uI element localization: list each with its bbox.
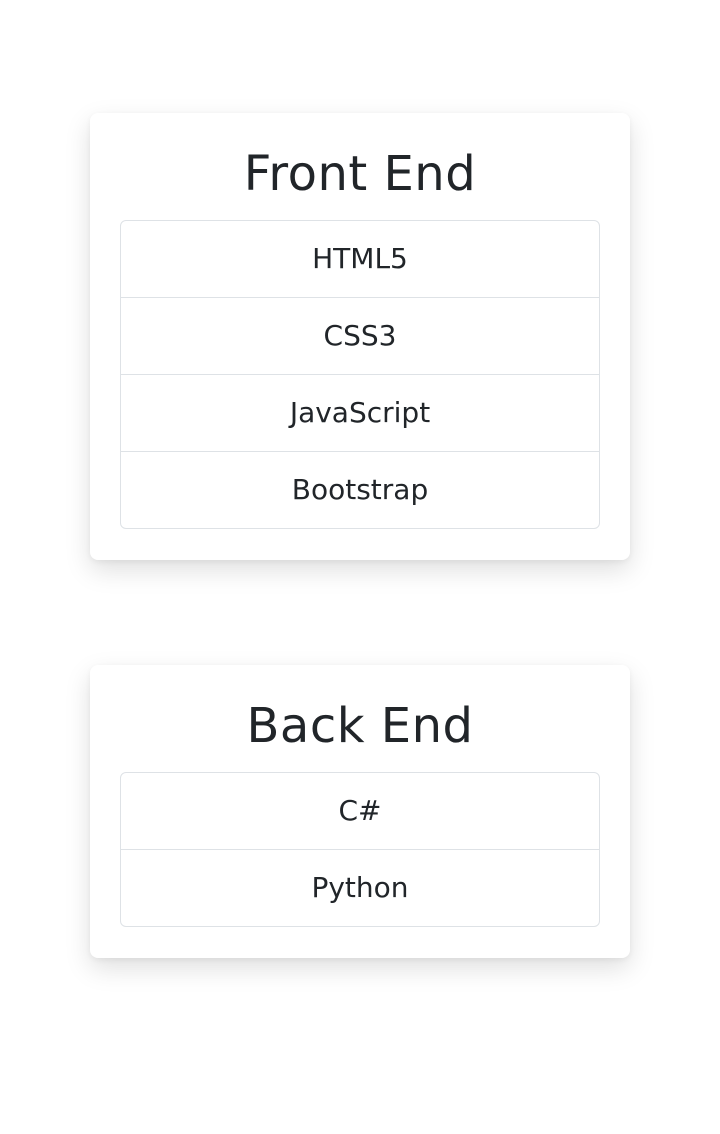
- list-item-csharp: C#: [338, 794, 382, 827]
- list-item-css3: CSS3: [121, 297, 599, 374]
- back-end-title: Back End: [246, 698, 474, 754]
- back-end-list: C# Python: [120, 772, 600, 927]
- front-end-card: Front End HTML5 CSS3 JavaScript Bootstra…: [90, 113, 630, 560]
- front-end-list: HTML5 CSS3 JavaScript Bootstrap: [120, 220, 600, 529]
- list-item-html5: HTML5: [312, 242, 408, 275]
- list-item-python: Python: [121, 849, 599, 926]
- back-end-card: Back End C# Python: [90, 665, 630, 958]
- list-item-javascript: JavaScript: [121, 374, 599, 451]
- list-item-bootstrap: Bootstrap: [121, 451, 599, 528]
- front-end-title: Front End: [243, 146, 477, 202]
